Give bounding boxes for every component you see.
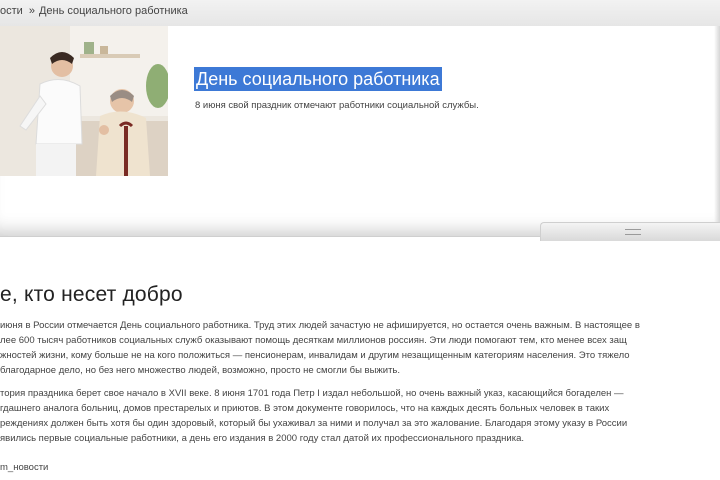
hero-title: День социального работника xyxy=(194,67,442,91)
paragraph-line: явились первые социальные работники, а д… xyxy=(0,433,524,444)
top-bar: ости » День социального работника xyxy=(0,0,720,27)
breadcrumb-item-news[interactable]: ости xyxy=(0,5,23,17)
breadcrumb-separator: » xyxy=(28,5,35,18)
paragraph-line: реждениях должен быть хотя бы один здоро… xyxy=(0,418,628,429)
paragraph-line: лее 600 тысяч работников социальных служ… xyxy=(0,335,627,346)
paragraph-line: июня в России отмечается День социальног… xyxy=(0,320,640,331)
paragraph-line: жностей жизни, кому больше не на кого по… xyxy=(0,350,630,361)
slider-grip-icon xyxy=(625,229,641,235)
paragraph-line: благодарное дело, но без него множество … xyxy=(0,365,401,376)
paragraph-line: гдашнего аналога больниц, домов престаре… xyxy=(0,403,610,414)
photo-illustration xyxy=(0,26,168,176)
breadcrumb: ости » День социального работника xyxy=(0,5,188,17)
hero-subtitle: 8 июня свой праздник отмечают работники … xyxy=(195,100,479,111)
article-paragraph-2: тория праздника берет свое начало в XVII… xyxy=(0,386,720,446)
banner-shadow xyxy=(714,26,720,236)
breadcrumb-item-current: День социального работника xyxy=(38,5,188,18)
paragraph-line: тория праздника берет свое начало в XVII… xyxy=(0,388,624,399)
article-title: е, кто несет добро xyxy=(0,283,183,306)
article-tag-link[interactable]: m_новости xyxy=(0,462,48,473)
slider-handle[interactable] xyxy=(540,222,720,241)
article-paragraph-1: июня в России отмечается День социальног… xyxy=(0,318,720,378)
caregiver-with-elderly-woman-photo xyxy=(0,26,168,176)
